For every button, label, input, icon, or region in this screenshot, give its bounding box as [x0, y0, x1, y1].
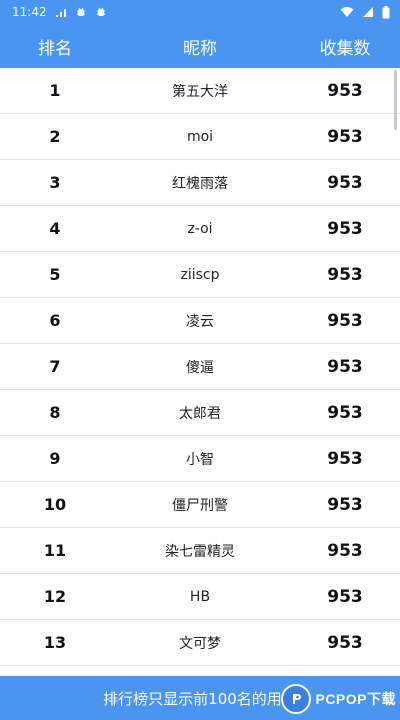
count-cell: 953: [327, 494, 363, 515]
table-row: 8 太郎君 953: [0, 390, 400, 436]
count-cell: 953: [327, 264, 363, 285]
nickname-cell: 傻逼: [186, 359, 214, 376]
rank-cell: 9: [49, 449, 61, 468]
rank-cell: 4: [49, 219, 61, 238]
nickname-cell: 文可梦: [179, 635, 221, 652]
table-row: 11 染七雷精灵 953: [0, 528, 400, 574]
cell-signal-icon: [362, 6, 374, 18]
status-left: 11:42: [12, 5, 107, 19]
rank-cell: 8: [49, 403, 61, 422]
rank-cell: 11: [43, 541, 67, 560]
footer-note-text: 排行榜只显示前100名的用户: [103, 689, 297, 708]
rank-cell: 13: [43, 633, 67, 652]
count-cell: 953: [327, 448, 363, 469]
count-cell: 953: [327, 218, 363, 239]
count-cell: 953: [327, 356, 363, 377]
nickname-cell: 凌云: [186, 313, 214, 330]
table-row: 4 z-oi 953: [0, 206, 400, 252]
status-bar: 11:42: [0, 0, 400, 24]
nickname-cell: z-oi: [187, 220, 213, 237]
rank-cell: 2: [49, 127, 61, 146]
count-cell: 953: [327, 172, 363, 193]
count-cell: 953: [327, 126, 363, 147]
nickname-cell: 太郎君: [179, 405, 221, 422]
watermark-text: PCPOP下载: [315, 691, 396, 707]
table-row: 9 小智 953: [0, 436, 400, 482]
table-row: 1 第五大洋 953: [0, 68, 400, 114]
nickname-cell: HB: [189, 588, 211, 605]
leaderboard-list[interactable]: 1 第五大洋 953 2 moi 953 3 红槐雨落 953 4 z-oi 9…: [0, 68, 400, 676]
rank-cell: 1: [49, 81, 61, 100]
table-row: 5 ziiscp 953: [0, 252, 400, 298]
count-column-header: 收集数: [319, 38, 371, 59]
battery-icon: [382, 5, 390, 19]
pcpop-logo-icon: [281, 684, 312, 714]
status-right: [340, 5, 390, 19]
rank-cell: 5: [49, 265, 61, 284]
table-row: 12 HB 953: [0, 574, 400, 620]
count-cell: 953: [327, 586, 363, 607]
rank-cell: 12: [43, 587, 67, 606]
rank-cell: 3: [49, 173, 61, 192]
wifi-icon: [340, 6, 354, 18]
rank-cell: 7: [49, 357, 61, 376]
rank-cell: 6: [49, 311, 61, 330]
count-cell: 953: [327, 540, 363, 561]
count-cell: 953: [327, 632, 363, 653]
table-row: 6 凌云 953: [0, 298, 400, 344]
bug-icon: [95, 6, 107, 18]
pcpop-watermark: PCPOP下载: [281, 682, 396, 716]
count-cell: 953: [327, 80, 363, 101]
nickname-cell: 小智: [186, 451, 214, 468]
leaderboard-header: 排名 昵称 收集数: [0, 24, 400, 68]
table-row: 14: [0, 666, 400, 676]
table-row: 13 文可梦 953: [0, 620, 400, 666]
nickname-cell: moi: [186, 128, 214, 145]
status-time: 11:42: [12, 5, 47, 19]
count-cell: 953: [327, 310, 363, 331]
count-cell: 953: [327, 402, 363, 423]
nickname-cell: 染七雷精灵: [165, 543, 235, 560]
rank-column-header: 排名: [38, 38, 72, 59]
bug-icon: [75, 6, 87, 18]
table-row: 2 moi 953: [0, 114, 400, 160]
nickname-cell: 僵尸刑警: [172, 497, 228, 514]
table-row: 3 红槐雨落 953: [0, 160, 400, 206]
nickname-column-header: 昵称: [183, 38, 217, 59]
nickname-cell: ziiscp: [180, 266, 220, 283]
table-row: 7 傻逼 953: [0, 344, 400, 390]
signal-small-icon: [55, 7, 67, 17]
table-row: 10 僵尸刑警 953: [0, 482, 400, 528]
list-scrollbar[interactable]: [394, 70, 397, 130]
nickname-cell: 第五大洋: [172, 83, 228, 100]
nickname-cell: 红槐雨落: [172, 175, 228, 192]
rank-cell: 10: [43, 495, 67, 514]
